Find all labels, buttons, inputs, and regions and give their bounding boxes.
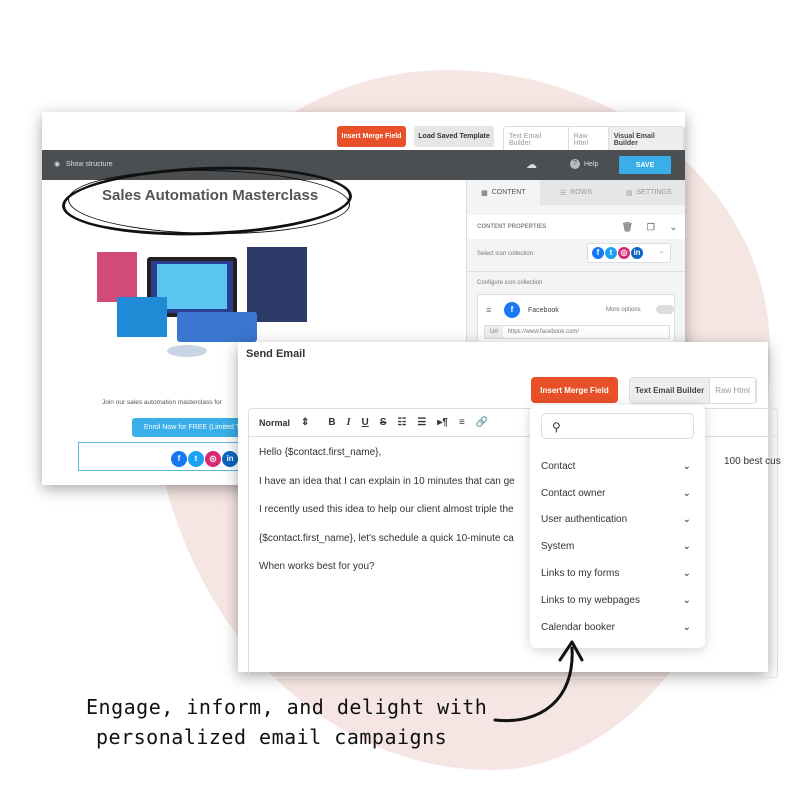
item-label: Contact owner: [541, 487, 606, 499]
grid-icon: ▦: [481, 189, 488, 197]
rows-icon: ☰: [559, 189, 567, 197]
merge-item-links-to-webpages[interactable]: Links to my webpages ⌄: [530, 587, 705, 614]
chevron-down-icon: ⌄: [682, 568, 691, 580]
tab-rows-label: ROWS: [570, 189, 593, 196]
format-select[interactable]: Normal: [259, 418, 290, 428]
body-line-overflow: 100 best cus: [724, 456, 781, 467]
insert-merge-field-button[interactable]: Insert Merge Field: [337, 126, 406, 147]
mode-text-email-builder[interactable]: Text Email Builder: [630, 378, 711, 403]
trash-icon[interactable]: 🗑: [622, 222, 633, 233]
load-saved-template-button[interactable]: Load Saved Template: [414, 126, 494, 147]
chevron-down-icon: ⌄: [682, 621, 691, 633]
merge-item-contact[interactable]: Contact ⌄: [530, 453, 705, 480]
chevron-down-icon[interactable]: ⌄: [669, 222, 677, 233]
drag-handle-icon[interactable]: ≡: [486, 305, 491, 315]
url-label: Url: [485, 326, 503, 338]
settings-icon: ▤: [625, 189, 633, 197]
bullet-list-icon[interactable]: ☰: [417, 417, 426, 428]
save-button[interactable]: SAVE: [619, 156, 671, 174]
tab-content[interactable]: ▦ CONTENT: [467, 180, 540, 205]
format-select-arrows-icon[interactable]: ⇕: [301, 417, 309, 428]
icon-collection-select[interactable]: f t ◎ in ⌄: [587, 243, 671, 263]
item-label: Links to my webpages: [541, 594, 640, 606]
hand-drawn-arrow-icon: [493, 640, 584, 723]
facebook-label: Facebook: [528, 307, 559, 314]
merge-field-dropdown: ⚲ Contact ⌄ Contact owner ⌄ User authentic…: [530, 405, 705, 648]
chevron-down-icon: ⌄: [682, 460, 691, 472]
join-text: Join our sales automation masterclass fo…: [102, 399, 222, 406]
item-label: Links to my forms: [541, 568, 620, 580]
insert-merge-field-button[interactable]: Insert Merge Field: [531, 377, 618, 403]
configure-icon-collection-label: Configure icon collection: [467, 271, 685, 294]
ordered-list-icon[interactable]: ☷: [397, 417, 406, 428]
enrol-button[interactable]: Enrol Now for FREE (Limited T: [132, 418, 252, 437]
tab-rows[interactable]: ☰ ROWS: [539, 180, 613, 205]
underline-icon[interactable]: U: [362, 417, 369, 428]
item-label: System: [541, 541, 575, 553]
merge-item-system[interactable]: System ⌄: [530, 533, 705, 560]
align-icon[interactable]: ≡: [459, 417, 465, 428]
mode-raw-html[interactable]: Raw Html: [710, 378, 756, 403]
linkedin-icon: in: [222, 451, 238, 467]
url-input[interactable]: https://www.facebook.com/: [503, 329, 579, 335]
merge-item-links-to-forms[interactable]: Links to my forms ⌄: [530, 560, 705, 587]
duplicate-icon[interactable]: ❐: [647, 222, 655, 233]
instagram-icon: ◎: [205, 451, 221, 467]
bold-icon[interactable]: B: [328, 417, 335, 428]
paragraph-direction-icon[interactable]: ▸¶: [437, 417, 448, 428]
chevron-down-icon: ⌄: [682, 541, 691, 553]
merge-item-contact-owner[interactable]: Contact owner ⌄: [530, 480, 705, 507]
link-icon[interactable]: 🔗: [476, 417, 488, 428]
italic-icon[interactable]: I: [347, 417, 351, 428]
more-options-label: More options: [606, 307, 641, 313]
strikethrough-icon[interactable]: S: [380, 417, 387, 428]
eye-icon: ◉: [54, 161, 61, 168]
merge-field-search[interactable]: ⚲: [541, 413, 694, 439]
item-label: Contact: [541, 460, 576, 472]
help-icon: ?: [570, 159, 580, 169]
cloud-upload-icon[interactable]: ☁: [526, 158, 537, 171]
select-icon-collection-label: Select icon collection: [477, 251, 534, 257]
search-icon: ⚲: [552, 420, 561, 434]
chevron-down-icon: ⌄: [682, 487, 691, 499]
chevron-down-icon: ⌄: [682, 594, 691, 606]
item-label: User authentication: [541, 514, 628, 526]
facebook-icon: f: [171, 451, 187, 467]
twitter-icon: t: [188, 451, 204, 467]
editor-mode-switch: Text Email Builder Raw Html: [629, 377, 757, 404]
tab-settings[interactable]: ▤ SETTINGS: [612, 180, 686, 205]
chevron-down-icon: ⌄: [682, 514, 691, 526]
more-options-toggle[interactable]: [656, 305, 674, 314]
tab-content-label: CONTENT: [491, 189, 526, 196]
help-link[interactable]: Help: [584, 161, 598, 168]
tagline-line-2: personalized email campaigns: [96, 725, 448, 749]
merge-item-user-authentication[interactable]: User authentication ⌄: [530, 507, 705, 534]
social-icons-row[interactable]: f t ◎ in: [78, 442, 258, 471]
show-structure-toggle[interactable]: Show structure: [66, 161, 113, 168]
tagline-line-1: Engage, inform, and delight with: [86, 695, 488, 719]
facebook-icon: f: [504, 302, 520, 318]
send-email-title: Send Email: [246, 348, 306, 360]
tab-settings-label: SETTINGS: [636, 189, 672, 196]
content-properties-heading: CONTENT PROPERTIES: [477, 224, 547, 230]
